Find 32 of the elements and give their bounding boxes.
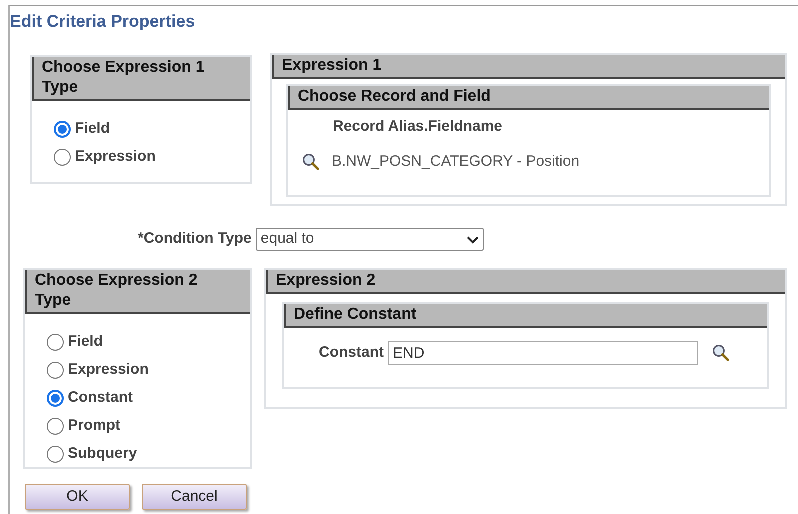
- option-label: Field: [75, 118, 110, 139]
- option-label: Constant: [68, 388, 133, 408]
- dialog-button[interactable]: Cancel: [142, 484, 247, 510]
- panel-heading: Choose Expression 2 Type: [25, 270, 250, 314]
- option-label: Prompt: [68, 416, 120, 436]
- option-label: Expression: [68, 360, 149, 380]
- dialog-button[interactable]: OK: [25, 484, 130, 510]
- condition-type-select[interactable]: equal to: [256, 228, 484, 251]
- option-label: Expression: [75, 146, 156, 167]
- radio-button[interactable]: [47, 446, 64, 462]
- option-label: Subquery: [68, 444, 138, 464]
- search-icon[interactable]: [712, 344, 730, 362]
- constant-field[interactable]: END: [388, 341, 698, 365]
- column-label: Record Alias.Fieldname: [333, 117, 502, 137]
- search-icon[interactable]: [302, 153, 320, 172]
- panel-heading: Choose Expression 1 Type: [32, 57, 250, 101]
- panel-heading: Expression 1: [272, 55, 785, 79]
- chevron-down-icon: [466, 236, 479, 244]
- radio-button[interactable]: [47, 390, 64, 406]
- radio-button[interactable]: [47, 418, 64, 434]
- field-label: Constant: [319, 342, 384, 363]
- section-heading: Choose Record and Field: [288, 86, 769, 110]
- radio-button[interactable]: [54, 148, 71, 166]
- field-value: B.NW_POSN_CATEGORY - Position: [332, 152, 580, 172]
- radio-button[interactable]: [47, 362, 64, 378]
- radio-button[interactable]: [47, 334, 64, 350]
- radio-button[interactable]: [54, 120, 71, 138]
- field-label: *Condition Type: [138, 229, 252, 250]
- dialog-title: Edit Criteria Properties: [10, 11, 196, 33]
- section-heading: Define Constant: [284, 304, 767, 328]
- panel-heading: Expression 2: [266, 270, 785, 294]
- option-label: Field: [68, 332, 104, 352]
